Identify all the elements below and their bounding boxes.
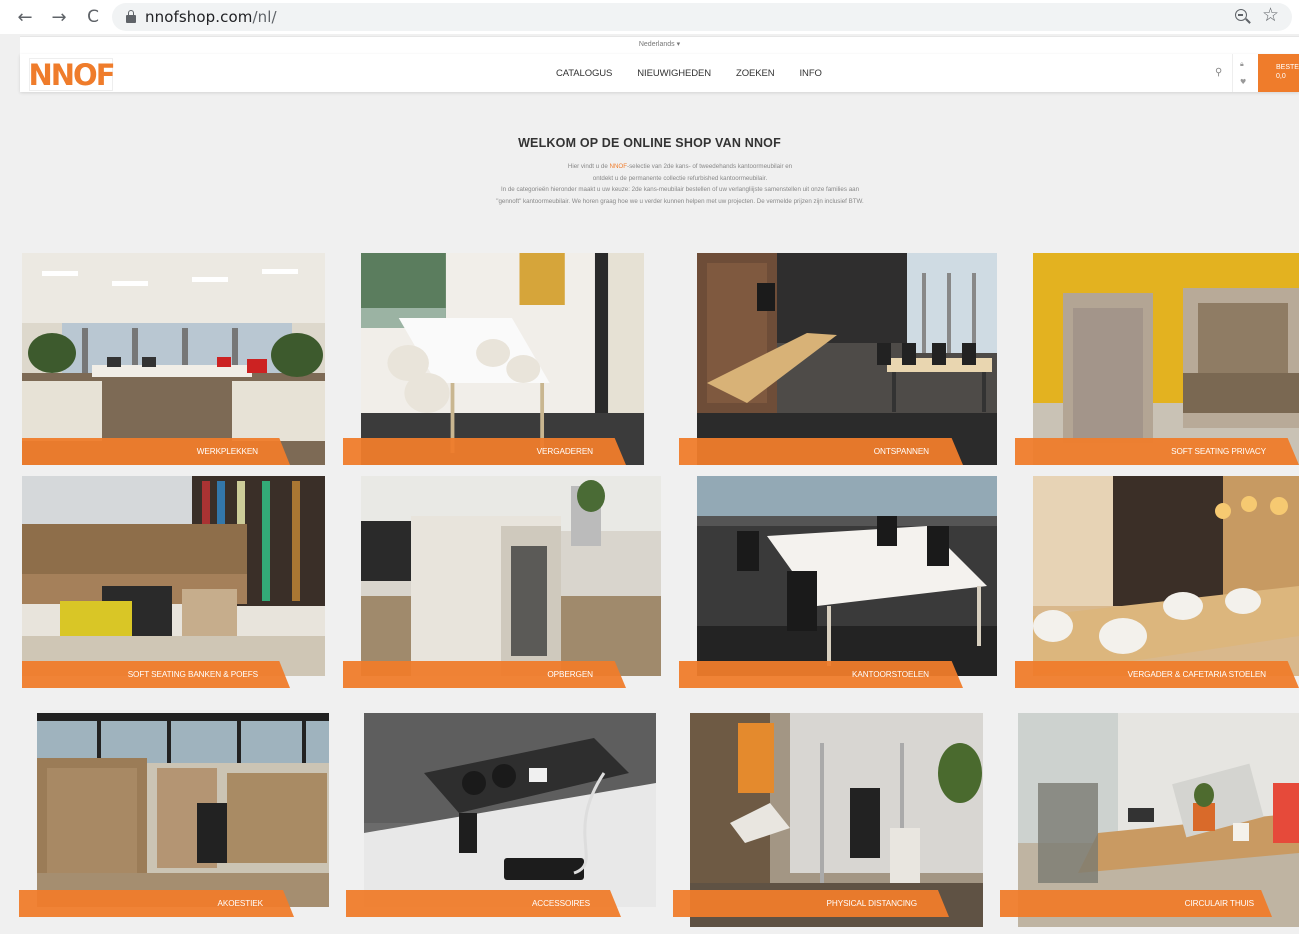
category-label: KANTOORSTOELEN: [851, 670, 929, 679]
language-bar: Nederlands ▾: [20, 36, 1299, 54]
account-lock-icon[interactable]: 🔒︎: [1240, 60, 1244, 69]
url-domain: nnofshop.com: [145, 8, 253, 26]
category-label: ACCESSOIRES: [531, 899, 590, 908]
site-header: NNOF CATALOGUS NIEUWIGHEDEN ZOEKEN INFO …: [20, 54, 1299, 92]
forward-arrow-icon[interactable]: →: [48, 6, 70, 28]
address-bar[interactable]: nnofshop.com/nl/ ☆: [112, 3, 1292, 31]
menu-info[interactable]: INFO: [800, 68, 822, 79]
welcome-line-2: ontdekt u de permanente collectie refurb…: [592, 174, 768, 182]
category-tile-vergaderen[interactable]: VERGADEREN: [343, 253, 661, 465]
soft-seating-banken-poefs-photo: [22, 476, 325, 676]
welcome-line-1: Hier vindt u de NNOF-selectie van 2de ka…: [380, 161, 980, 173]
vergader-cafetaria-stoelen-photo: [1033, 476, 1299, 676]
menu-catalogus[interactable]: CATALOGUS: [556, 68, 612, 79]
menu-zoeken[interactable]: ZOEKEN: [736, 68, 775, 79]
category-tile-vergader-cafetaria-stoelen[interactable]: VERGADER & CAFETARIA STOELEN: [1015, 476, 1299, 688]
category-label: CIRCULAIR THUIS: [1184, 899, 1254, 908]
category-tile-ontspannen[interactable]: ONTSPANNEN: [679, 253, 997, 465]
category-label: ONTSPANNEN: [873, 447, 929, 456]
akoestiek-photo: [37, 713, 329, 907]
category-label: AKOESTIEK: [217, 899, 263, 908]
category-label: VERGADEREN: [536, 447, 593, 456]
category-tile-accessoires[interactable]: ACCESSOIRES: [346, 713, 656, 917]
vergaderen-photo: [361, 253, 645, 465]
category-label: WERKPLEKKEN: [196, 447, 258, 456]
category-label: PHYSICAL DISTANCING: [826, 899, 918, 908]
nnof-logo[interactable]: NNOF: [29, 58, 116, 92]
welcome-line-3: In de categorieën hieronder maakt u uw k…: [500, 186, 860, 193]
category-label: SOFT SEATING BANKEN & POEFS: [127, 670, 258, 679]
soft-seating-privacy-photo: [1033, 253, 1299, 465]
bookmark-star-icon[interactable]: ☆: [1262, 4, 1279, 26]
accessoires-photo: [364, 713, 656, 907]
category-tile-werkplekken[interactable]: WERKPLEKKEN: [22, 253, 325, 465]
lock-icon[interactable]: [126, 10, 136, 23]
welcome-brand-link[interactable]: NNOF: [609, 163, 627, 170]
ontspannen-photo: [697, 253, 997, 465]
welcome-title: WELKOM OP DE ONLINE SHOP VAN NNOF: [518, 136, 781, 150]
werkplekken-photo: [22, 253, 325, 465]
browser-toolbar: ← → C nnofshop.com/nl/ ☆: [0, 0, 1299, 34]
category-tile-akoestiek[interactable]: AKOESTIEK: [19, 713, 329, 917]
wishlist-heart-icon[interactable]: ♥: [1240, 78, 1246, 86]
menu-nieuwigheden[interactable]: NIEUWIGHEDEN: [637, 68, 711, 79]
url-path: /nl/: [252, 8, 277, 26]
category-tile-circulair-thuis[interactable]: CIRCULAIR THUIS: [1000, 713, 1299, 927]
category-tile-opbergen[interactable]: OPBERGEN: [343, 476, 661, 688]
main-menu: CATALOGUS NIEUWIGHEDEN ZOEKEN INFO: [556, 68, 847, 79]
reload-icon[interactable]: C: [82, 6, 104, 28]
category-tile-kantoorstoelen[interactable]: KANTOORSTOELEN: [679, 476, 997, 688]
category-label: OPBERGEN: [547, 670, 593, 679]
opbergen-photo: [361, 476, 661, 676]
url-text[interactable]: nnofshop.com/nl/: [145, 8, 277, 26]
search-icon[interactable]: ⚲: [1215, 67, 1222, 78]
divider: [1232, 54, 1233, 92]
category-label: SOFT SEATING PRIVACY: [1171, 447, 1266, 456]
zoom-icon[interactable]: [1234, 8, 1252, 26]
category-label: VERGADER & CAFETARIA STOELEN: [1127, 670, 1267, 679]
language-selector[interactable]: Nederlands ▾: [20, 40, 1299, 48]
category-tile-soft-seating-privacy[interactable]: SOFT SEATING PRIVACY: [1015, 253, 1299, 465]
category-tile-physical-distancing[interactable]: PHYSICAL DISTANCING: [673, 713, 983, 927]
welcome-text: Hier vindt u de NNOF-selectie van 2de ka…: [380, 161, 980, 207]
welcome-line-4: "gennoft" kantoormeubilair. We horen gra…: [496, 197, 864, 205]
welcome-line-1-post: -selectie van 2de kans- of tweedehands k…: [627, 163, 793, 170]
order-cart-button[interactable]: BESTE 0,0: [1258, 54, 1299, 92]
welcome-line-1-pre: Hier vindt u de: [567, 163, 610, 170]
kantoorstoelen-photo: [697, 476, 997, 676]
back-arrow-icon[interactable]: ←: [14, 6, 36, 28]
category-tile-soft-seating-banken-poefs[interactable]: SOFT SEATING BANKEN & POEFS: [22, 476, 325, 688]
